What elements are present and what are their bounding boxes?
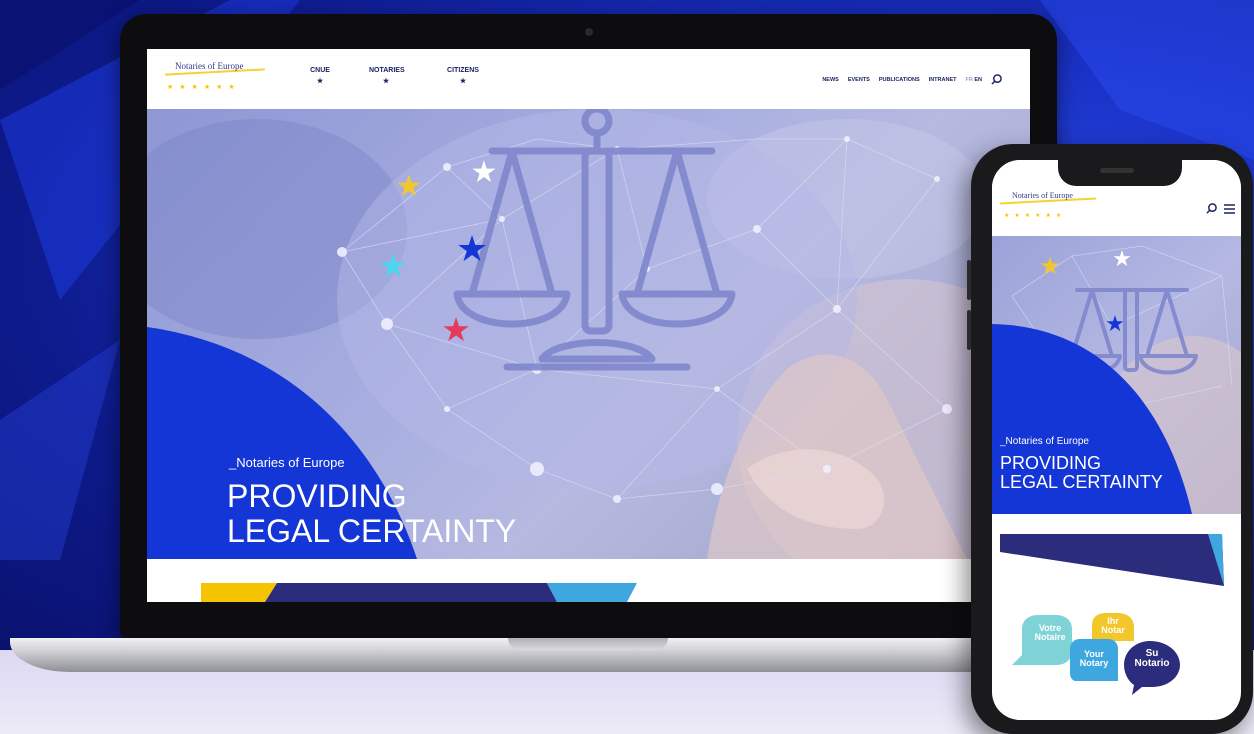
- search-icon[interactable]: [1206, 203, 1217, 214]
- search-icon[interactable]: [991, 74, 1002, 85]
- lang-fr[interactable]: FR: [965, 77, 972, 83]
- site-header: Notaries of Europe ★★★★★★ CNUE ★ NOTARIE…: [147, 49, 1030, 109]
- mobile-hero-title: PROVIDING LEGAL CERTAINTY: [1000, 453, 1163, 493]
- star-yellow: ★: [1039, 252, 1061, 280]
- nav-link-news[interactable]: NEWS: [822, 77, 839, 83]
- laptop-camera: [585, 28, 593, 36]
- mobile-hero-eyebrow: _Notaries of Europe: [1000, 436, 1089, 447]
- hero-eyebrow: _Notaries of Europe: [229, 455, 345, 470]
- nav-star-icon: ★: [459, 78, 467, 85]
- star-cyan: ★: [378, 246, 408, 285]
- lang-en[interactable]: EN: [974, 77, 982, 83]
- nav-star-icon: ★: [382, 78, 390, 85]
- content-section: [147, 559, 1030, 602]
- mobile-hero-title-line2: LEGAL CERTAINTY: [1000, 472, 1163, 493]
- star-blue: ★: [456, 229, 488, 270]
- language-switcher: FR EN: [965, 77, 982, 83]
- bubble-es: Su Notario: [1134, 648, 1170, 669]
- phone-notch: [1058, 160, 1182, 186]
- nav-item-label: CNUE: [310, 67, 330, 74]
- bubble-fr: Votre Notaire: [1034, 623, 1066, 642]
- hero-banner: ★ ★ ★ ★ ★ _Notaries of Europe PROVIDING …: [147, 109, 1030, 559]
- mobile-decorative-band: [1000, 534, 1224, 586]
- phone-side-button: [967, 260, 971, 300]
- mobile-hero-banner: ★ ★ ★ ★ ★ _Notaries of Europe PROVIDING …: [992, 236, 1241, 514]
- menu-icon[interactable]: [1224, 204, 1235, 214]
- site-logo[interactable]: Notaries of Europe ★★★★★★: [161, 57, 271, 101]
- laptop-screen: Notaries of Europe ★★★★★★ CNUE ★ NOTARIE…: [147, 49, 1030, 602]
- laptop-opening-notch: [508, 638, 668, 650]
- star-white: ★: [1112, 247, 1132, 272]
- mobile-logo-text: Notaries of Europe: [1012, 191, 1073, 200]
- star-yellow: ★: [396, 169, 423, 204]
- nav-item-label: NOTARIES: [369, 67, 405, 74]
- utility-nav: NEWS EVENTS PUBLICATIONS INTRANET FR EN: [822, 74, 1002, 85]
- nav-link-intranet[interactable]: INTRANET: [929, 77, 957, 83]
- decorative-band: [201, 583, 637, 602]
- star-blue: ★: [1105, 312, 1125, 337]
- star-white: ★: [471, 155, 498, 190]
- hero-title-line2: LEGAL CERTAINTY: [227, 512, 517, 549]
- mobile-logo[interactable]: Notaries of Europe ★★★★★★: [998, 188, 1098, 228]
- phone-side-button: [967, 310, 971, 350]
- logo-stars: ★★★★★★: [167, 84, 241, 91]
- phone-screen: Notaries of Europe ★★★★★★ ★ ★ ★ _Notarie…: [992, 160, 1241, 720]
- bubble-de: Ihr Notar: [1101, 616, 1125, 635]
- nav-star-icon: ★: [316, 78, 324, 85]
- phone-speaker: [1100, 168, 1134, 173]
- mobile-hero-title-line1: PROVIDING: [1000, 453, 1102, 473]
- logo-text: Notaries of Europe: [175, 61, 244, 71]
- nav-item-citizens[interactable]: CITIZENS ★: [446, 67, 480, 85]
- nav-link-publications[interactable]: PUBLICATIONS: [879, 77, 920, 83]
- hero-title-line1: PROVIDING: [227, 478, 407, 514]
- bubble-en: Your Notary: [1079, 649, 1109, 668]
- logo-stars: ★★★★★★: [1004, 213, 1067, 219]
- nav-item-label: CITIZENS: [447, 67, 479, 74]
- nav-link-events[interactable]: EVENTS: [848, 77, 870, 83]
- star-red: ★: [441, 310, 471, 349]
- nav-item-cnue[interactable]: CNUE ★: [308, 67, 332, 85]
- hero-title: PROVIDING LEGAL CERTAINTY: [227, 479, 516, 548]
- nav-item-notaries[interactable]: NOTARIES ★: [369, 67, 405, 85]
